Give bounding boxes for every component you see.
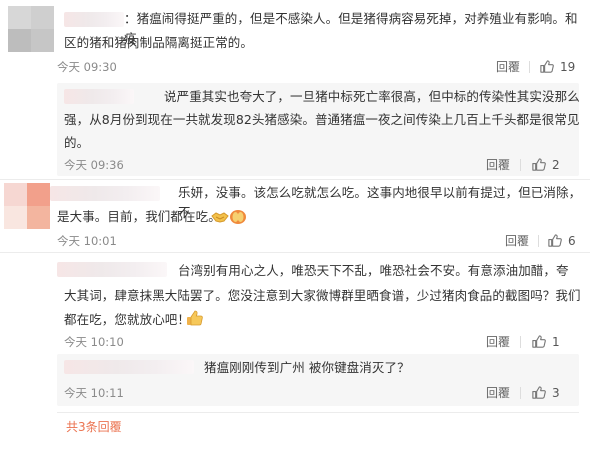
username[interactable] (64, 89, 134, 104)
username[interactable] (57, 262, 167, 277)
comment-divider (0, 252, 590, 253)
like-button[interactable]: 3 (531, 385, 560, 400)
avatar[interactable] (4, 183, 50, 229)
comment-text: 强，从8月份到现在一共就发现82头猪感染。普通猪瘟一夜之间传染上几百上千头都是很… (64, 112, 580, 127)
like-button[interactable]: 2 (531, 157, 560, 172)
username[interactable] (64, 12, 124, 27)
action-separator (520, 159, 521, 171)
comment-text: 是大事。目前，我们都在吃。 (57, 209, 221, 224)
username[interactable] (50, 186, 160, 201)
comment-text: 都在吃，您就放心吧！ (64, 312, 191, 327)
comment-text: 区的猪和猪肉制品隔离挺正常的。 (64, 35, 254, 50)
comment-text: 大其词，肆意抹黑大陆罢了。您没注意到大家微博群里晒食谱，少过猪肉食品的截图吗？我… (64, 288, 581, 303)
comment-timestamp: 今天 10:01 (57, 234, 117, 248)
more-replies-link[interactable]: 共3条回覆 (66, 420, 122, 434)
pray-emoji-icon (229, 208, 247, 229)
action-separator (520, 336, 521, 348)
comment-timestamp: 今天 09:30 (57, 60, 117, 74)
panel-bottom-divider (57, 412, 579, 413)
thumbs-up-emoji-icon (186, 309, 204, 331)
reply-button[interactable]: 回覆 (486, 386, 510, 400)
like-count: 6 (568, 233, 576, 248)
like-button[interactable]: 6 (547, 233, 576, 248)
like-button[interactable]: 1 (531, 334, 560, 349)
comment-text: 的。 (64, 135, 90, 150)
comment-divider (0, 179, 590, 180)
reply-button[interactable]: 回覆 (505, 234, 529, 248)
avatar[interactable] (8, 6, 54, 52)
thumbs-up-icon (532, 158, 546, 171)
comment-text: 台湾别有用心之人，唯恐天下不乱，唯恐社会不安。有意添油加醋，夸 (178, 263, 569, 278)
reply-button[interactable]: 回覆 (486, 335, 510, 349)
like-count: 1 (552, 334, 560, 349)
action-separator (529, 61, 530, 73)
handshake-emoji-icon (211, 209, 229, 229)
like-count: 19 (560, 59, 576, 74)
username[interactable] (64, 360, 194, 374)
thumbs-up-icon (548, 234, 562, 247)
thumbs-up-icon (540, 60, 554, 73)
reply-button[interactable]: 回覆 (496, 60, 520, 74)
thumbs-up-icon (532, 335, 546, 348)
action-separator (538, 235, 539, 247)
comment-timestamp: 今天 09:36 (64, 158, 124, 172)
action-separator (520, 387, 521, 399)
like-count: 2 (552, 157, 560, 172)
like-count: 3 (552, 385, 560, 400)
comment-text: 猪瘟刚刚传到广州 被你键盘消灭了？ (204, 360, 410, 375)
comment-text: 说严重其实也夸大了，一旦猪中标死亡率很高，但中标的传染性其实没那么 (164, 89, 580, 104)
thumbs-up-icon (532, 386, 546, 399)
reply-button[interactable]: 回覆 (486, 158, 510, 172)
like-button[interactable]: 19 (539, 59, 575, 74)
comment-timestamp: 今天 10:10 (64, 335, 124, 349)
comment-timestamp: 今天 10:11 (64, 386, 124, 400)
